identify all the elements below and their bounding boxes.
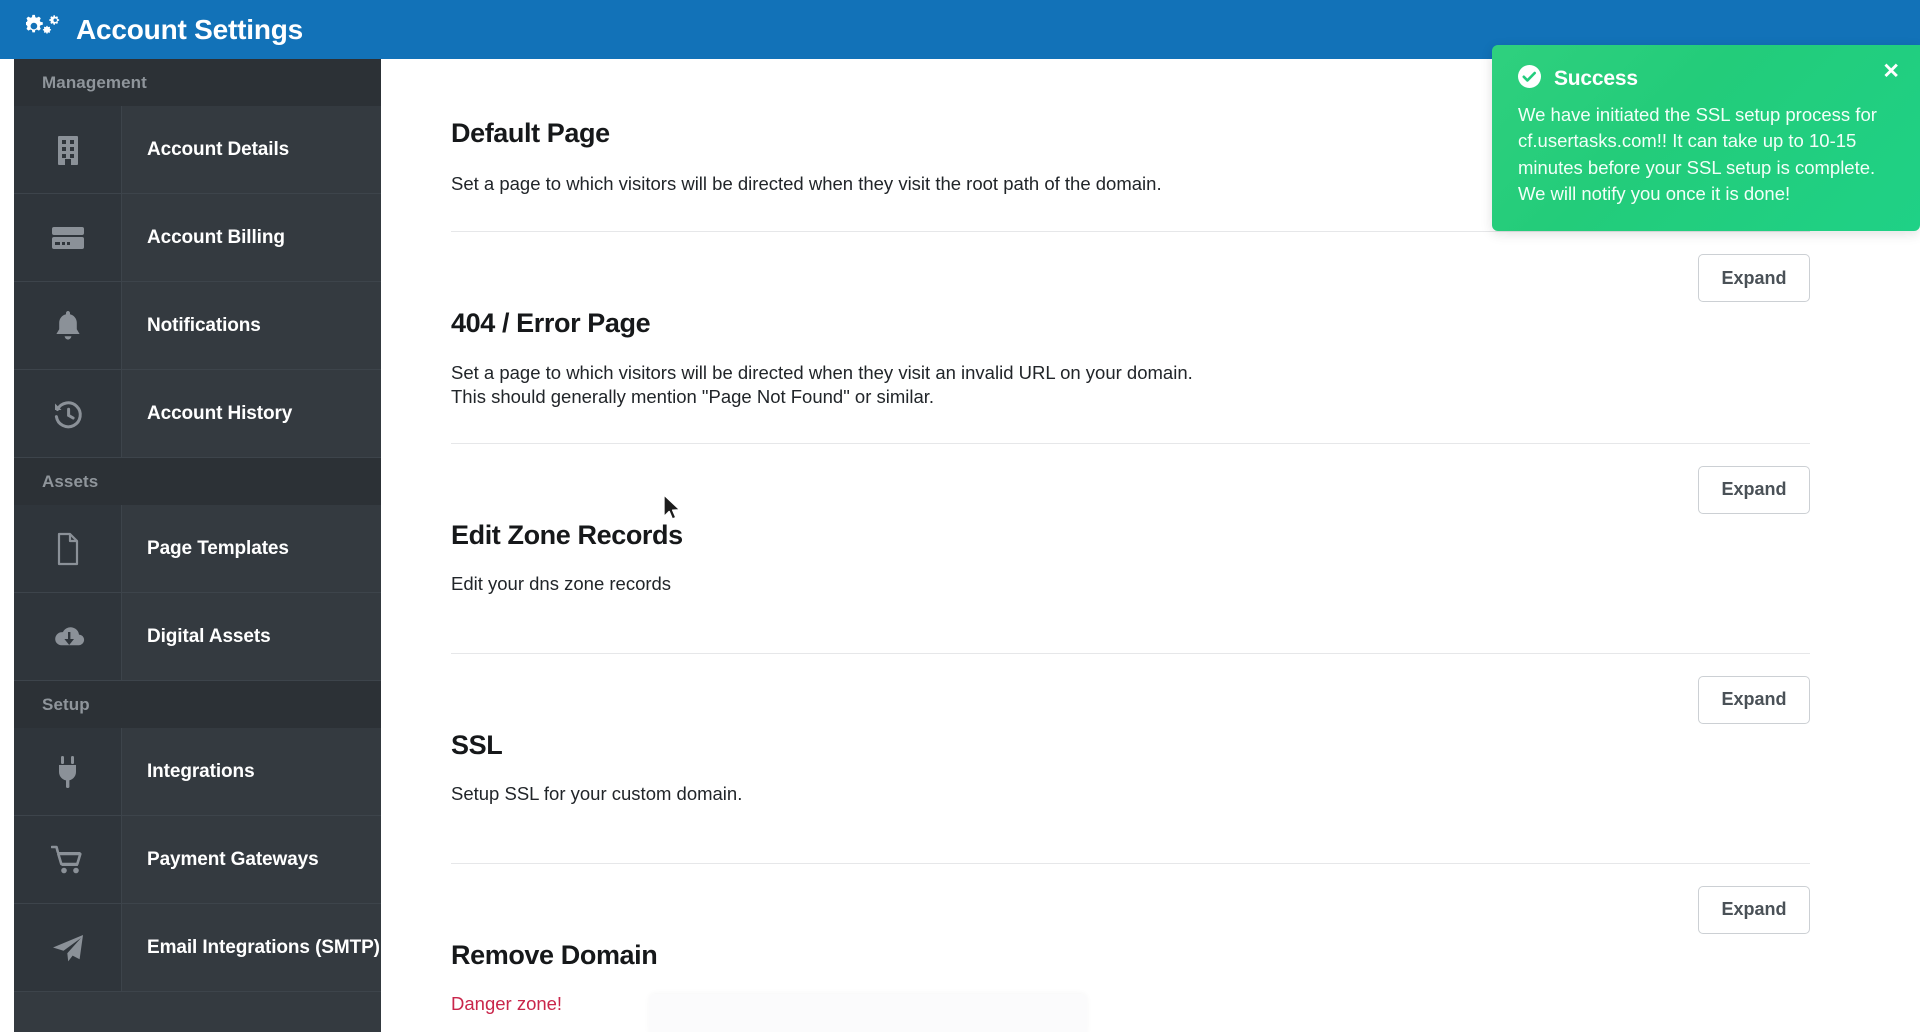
cloud-download-icon [14, 593, 122, 680]
sidebar-item-integrations[interactable]: Integrations [14, 728, 381, 816]
toast-title: Success [1554, 67, 1638, 90]
sidebar-group-management: Management [14, 59, 381, 106]
sidebar-item-notifications[interactable]: Notifications [14, 282, 381, 370]
sidebar-item-label: Payment Gateways [147, 848, 319, 870]
sidebar-group-label: Assets [42, 471, 99, 491]
sidebar-item-digital-assets[interactable]: Digital Assets [14, 593, 381, 681]
page-title: Account Settings [76, 13, 304, 45]
section-404-error-page: Expand 404 / Error Page Set a page to wh… [381, 232, 1920, 410]
left-gutter [0, 59, 14, 1032]
sidebar-item-page-templates[interactable]: Page Templates [14, 505, 381, 593]
section-ssl: Expand SSL Setup SSL for your custom dom… [381, 654, 1920, 807]
file-icon [14, 505, 122, 592]
expand-button-zone-records[interactable]: Expand [1698, 465, 1810, 514]
section-description-line2: This should generally mention "Page Not … [451, 386, 935, 408]
building-icon [14, 106, 122, 193]
sidebar-item-account-billing[interactable]: Account Billing [14, 194, 381, 282]
bottom-panel-edge [649, 994, 1087, 1032]
sidebar-group-label: Setup [42, 694, 90, 714]
sidebar-item-label: Notifications [147, 314, 261, 336]
expand-button-ssl[interactable]: Expand [1698, 675, 1810, 724]
sidebar-item-account-details[interactable]: Account Details [14, 106, 381, 194]
sidebar-group-assets: Assets [14, 458, 381, 505]
sidebar-item-label: Account History [147, 402, 293, 424]
sidebar-item-account-history[interactable]: Account History [14, 370, 381, 458]
credit-card-icon [14, 194, 122, 281]
section-remove-domain: Expand Remove Domain Danger zone! [381, 864, 1920, 1017]
shopping-cart-icon [14, 816, 122, 903]
sidebar-item-email-integrations-smtp[interactable]: Email Integrations (SMTP) [14, 904, 381, 992]
sidebar-item-label: Account Details [147, 138, 290, 160]
gears-icon [24, 14, 62, 46]
expand-button-404[interactable]: Expand [1698, 254, 1810, 303]
section-description: Setup SSL for your custom domain. [451, 783, 743, 805]
section-title: 404 / Error Page [451, 308, 651, 339]
sidebar-item-payment-gateways[interactable]: Payment Gateways [14, 816, 381, 904]
section-title: Edit Zone Records [451, 519, 683, 550]
sidebar-item-label: Email Integrations (SMTP) [147, 936, 380, 958]
sidebar-item-label: Account Billing [147, 226, 285, 248]
sidebar: Management Account Details Account Billi… [14, 59, 381, 1032]
history-clock-icon [14, 370, 122, 457]
plug-icon [14, 728, 122, 815]
sidebar-item-label: Page Templates [147, 537, 289, 559]
section-description: Edit your dns zone records [451, 573, 672, 595]
bell-icon [14, 282, 122, 369]
section-title: SSL [451, 729, 503, 760]
toast-header: Success [1518, 65, 1896, 93]
toast-message: We have initiated the SSL setup process … [1518, 104, 1877, 204]
success-toast: Success We have initiated the SSL setup … [1492, 45, 1920, 232]
section-edit-zone-records: Expand Edit Zone Records Edit your dns z… [381, 444, 1920, 597]
paper-plane-icon [14, 904, 122, 991]
section-description: Set a page to which visitors will be dir… [451, 361, 1193, 383]
sidebar-item-label: Digital Assets [147, 625, 271, 647]
sidebar-group-setup: Setup [14, 681, 381, 728]
sidebar-item-label: Integrations [147, 760, 255, 782]
sidebar-group-label: Management [42, 72, 147, 92]
check-circle-icon [1518, 65, 1541, 93]
expand-button-remove-domain[interactable]: Expand [1698, 885, 1810, 934]
close-icon[interactable]: ✕ [1882, 61, 1900, 82]
section-title: Remove Domain [451, 939, 658, 970]
app-root: Account Settings Management Account Deta… [0, 0, 1920, 1032]
